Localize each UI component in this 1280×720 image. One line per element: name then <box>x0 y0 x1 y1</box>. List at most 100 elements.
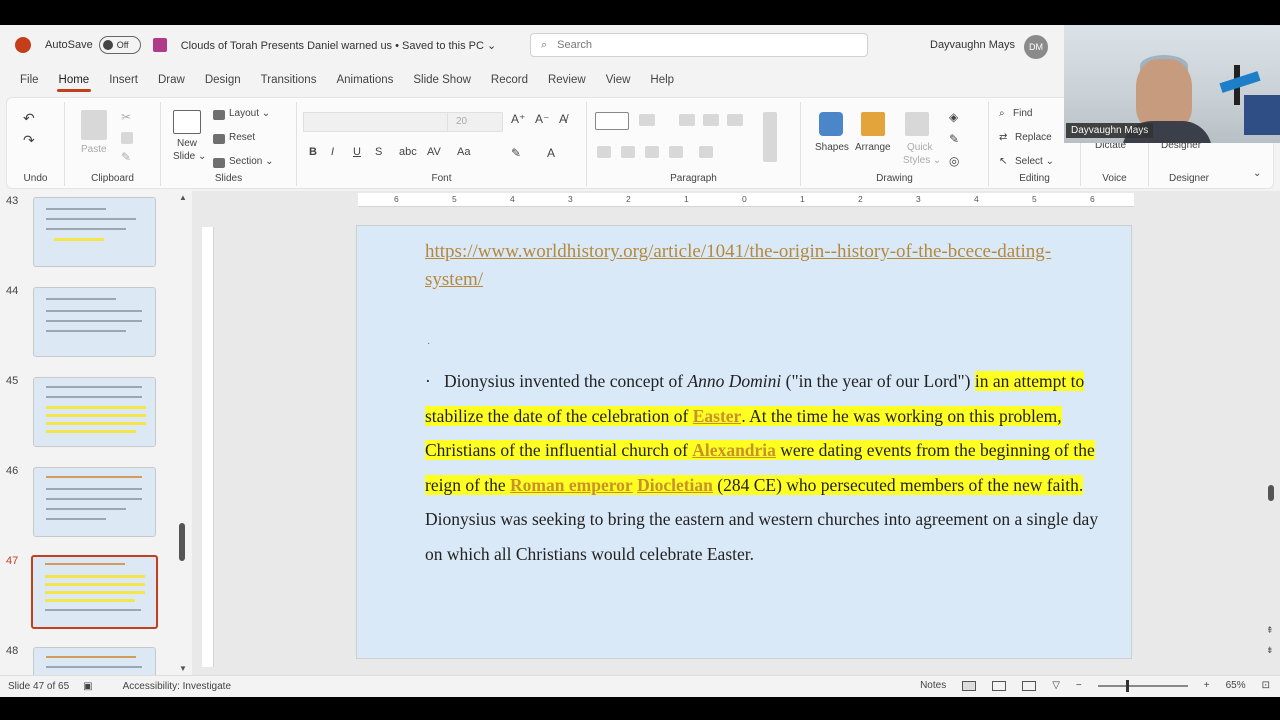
slide-thumbnail-44[interactable] <box>33 287 156 357</box>
slide-thumbnail-43[interactable] <box>33 197 156 267</box>
tab-record[interactable]: Record <box>491 74 528 90</box>
slide-sorter-icon[interactable] <box>992 680 1007 691</box>
quick-styles-icon[interactable] <box>905 112 929 136</box>
tab-animations[interactable]: Animations <box>336 74 393 90</box>
accessibility-status[interactable]: Accessibility: Investigate <box>123 681 231 692</box>
next-slide-icon[interactable]: ⇟ <box>1266 645 1274 656</box>
autosave-toggle[interactable]: Off <box>98 36 141 54</box>
new-slide-label-2[interactable]: Slide ⌄ <box>173 151 206 162</box>
quick-styles-button[interactable]: Quick <box>907 142 933 153</box>
tab-draw[interactable]: Draw <box>158 74 185 90</box>
zoom-slider-knob[interactable] <box>1125 679 1129 692</box>
align-left-icon[interactable] <box>597 146 611 158</box>
editor-scrollbar[interactable]: ⇞ ⇟ <box>1266 195 1276 671</box>
change-case-icon[interactable]: Aa <box>457 146 470 158</box>
shadow-icon[interactable]: abc <box>399 146 417 158</box>
thumbnails-scrollbar[interactable]: ▲ ▼ <box>176 193 188 673</box>
link-roman-emperor[interactable]: Roman emperor <box>510 474 633 495</box>
underline-button[interactable]: U <box>353 146 361 158</box>
zoom-slider[interactable] <box>1097 679 1188 692</box>
slide-body-text[interactable]: · Dionysius invented the concept of Anno… <box>425 364 1105 571</box>
new-slide-icon[interactable] <box>173 110 201 134</box>
align-center-icon[interactable] <box>621 146 635 158</box>
editor-scrollbar-thumb[interactable] <box>1268 485 1274 501</box>
scroll-down-icon[interactable]: ▼ <box>179 664 187 673</box>
shapes-button[interactable]: Shapes <box>815 142 849 153</box>
save-icon[interactable] <box>152 38 167 52</box>
shape-effects-icon[interactable]: ◎ <box>949 154 959 168</box>
avatar[interactable]: DM <box>1024 35 1048 59</box>
font-color-icon[interactable]: A <box>547 146 555 160</box>
zoom-in-button[interactable]: + <box>1204 680 1210 691</box>
section-button[interactable]: Section ⌄ <box>229 156 274 167</box>
slide-thumbnail-46[interactable] <box>33 467 156 537</box>
undo-icon[interactable]: ↶ <box>23 110 35 127</box>
align-right-icon[interactable] <box>645 146 659 158</box>
highlight-icon[interactable]: ✎ <box>511 146 521 160</box>
slideshow-icon[interactable]: ▽ <box>1052 680 1060 691</box>
reading-view-icon[interactable] <box>1022 680 1037 691</box>
tab-file[interactable]: File <box>20 74 39 90</box>
shrink-font-icon[interactable]: A⁻ <box>535 112 549 126</box>
previous-slide-icon[interactable]: ⇞ <box>1266 625 1274 636</box>
link-easter[interactable]: Easter <box>692 405 742 426</box>
tab-view[interactable]: View <box>606 74 631 90</box>
tab-slide-show[interactable]: Slide Show <box>413 74 471 90</box>
shapes-icon[interactable] <box>819 112 843 136</box>
zoom-out-button[interactable]: − <box>1076 680 1082 691</box>
cut-icon[interactable]: ✂ <box>121 110 131 124</box>
arrange-icon[interactable] <box>861 112 885 136</box>
normal-view-icon[interactable] <box>962 680 977 691</box>
bold-button[interactable]: B <box>309 146 317 158</box>
tab-design[interactable]: Design <box>205 74 241 90</box>
justify-icon[interactable] <box>669 146 683 158</box>
link-alexandria[interactable]: Alexandria <box>692 440 776 460</box>
redo-icon[interactable]: ↷ <box>23 132 35 149</box>
find-button[interactable]: Find <box>1013 108 1032 119</box>
select-button[interactable]: Select ⌄ <box>1015 156 1054 167</box>
increase-indent-icon[interactable] <box>703 114 719 126</box>
line-spacing-icon[interactable] <box>727 114 743 126</box>
bullets-icon[interactable] <box>595 112 629 130</box>
spelling-icon[interactable]: ▣ <box>83 681 92 692</box>
slide-canvas[interactable]: https://www.worldhistory.org/article/104… <box>356 225 1132 659</box>
link-diocletian[interactable]: Diocletian <box>637 474 713 495</box>
search-box[interactable]: ⌕ Search <box>530 33 868 57</box>
tab-transitions[interactable]: Transitions <box>261 74 317 90</box>
strikethrough-button[interactable]: S <box>375 146 382 158</box>
numbering-icon[interactable] <box>639 114 655 126</box>
grow-font-icon[interactable]: A⁺ <box>511 112 525 126</box>
fit-to-window-icon[interactable]: ⊡ <box>1262 680 1270 691</box>
format-painter-icon[interactable]: ✎ <box>121 150 131 164</box>
scroll-up-icon[interactable]: ▲ <box>179 193 187 202</box>
tab-help[interactable]: Help <box>650 74 674 90</box>
zoom-level[interactable]: 65% <box>1226 680 1246 691</box>
text-direction-icon[interactable] <box>763 112 777 162</box>
source-link[interactable]: https://www.worldhistory.org/article/104… <box>425 238 1065 294</box>
shape-fill-icon[interactable]: ◈ <box>949 110 958 124</box>
char-spacing-icon[interactable]: AV <box>427 146 441 158</box>
arrange-button[interactable]: Arrange <box>855 142 891 153</box>
reset-button[interactable]: Reset <box>229 132 255 143</box>
new-slide-label[interactable]: New <box>177 138 197 149</box>
replace-button[interactable]: Replace <box>1015 132 1052 143</box>
shape-outline-icon[interactable]: ✎ <box>949 132 959 146</box>
quick-styles-button-2[interactable]: Styles ⌄ <box>903 155 941 166</box>
decrease-indent-icon[interactable] <box>679 114 695 126</box>
tab-insert[interactable]: Insert <box>109 74 138 90</box>
collapse-ribbon-icon[interactable]: ⌄ <box>1253 168 1261 179</box>
slide-thumbnail-45[interactable] <box>33 377 156 447</box>
tab-review[interactable]: Review <box>548 74 586 90</box>
layout-button[interactable]: Layout ⌄ <box>229 108 270 119</box>
clear-format-icon[interactable]: A̸ <box>559 112 567 126</box>
italic-button[interactable]: I <box>331 146 334 158</box>
copy-icon[interactable] <box>121 132 133 144</box>
tab-home[interactable]: Home <box>56 74 91 92</box>
user-name[interactable]: Dayvaughn Mays <box>930 39 1015 51</box>
font-size-box[interactable]: 20 <box>447 112 503 132</box>
document-title[interactable]: Clouds of Torah Presents Daniel warned u… <box>181 39 497 52</box>
paste-icon[interactable] <box>81 110 107 140</box>
columns-icon[interactable] <box>699 146 713 158</box>
slide-thumbnail-47[interactable] <box>31 555 158 629</box>
notes-button[interactable]: Notes <box>920 680 946 691</box>
